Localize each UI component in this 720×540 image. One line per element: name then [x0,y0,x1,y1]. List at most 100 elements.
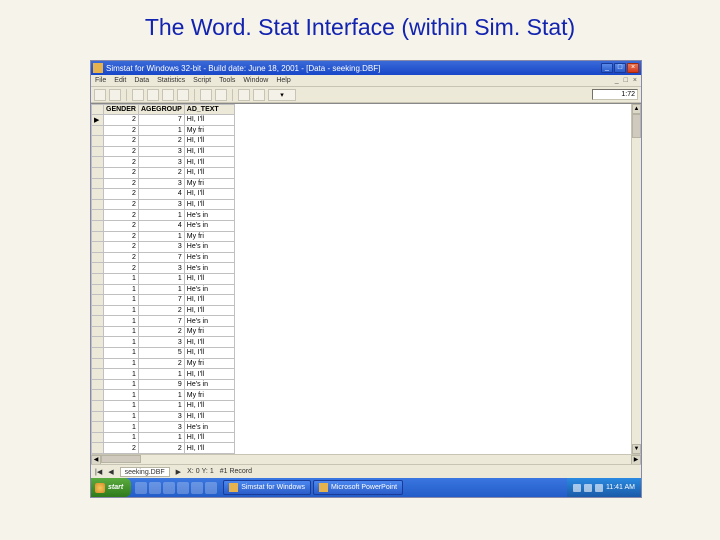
cell-gender[interactable]: 1 [104,284,139,295]
cell-agegroup[interactable]: 7 [138,316,184,327]
cell-agegroup[interactable]: 1 [138,390,184,401]
row-header[interactable] [92,146,104,157]
table-row[interactable]: ▶27HI, I'll [92,115,235,126]
cell-gender[interactable]: 2 [104,220,139,231]
row-header[interactable] [92,273,104,284]
table-row[interactable]: 11HI, I'll [92,432,235,443]
cell-agegroup[interactable]: 3 [138,178,184,189]
row-header[interactable] [92,252,104,263]
row-header[interactable] [92,401,104,412]
table-row[interactable]: 12My fri [92,326,235,337]
cell-gender[interactable]: 2 [104,189,139,200]
cell-adtext[interactable]: My fri [184,125,234,136]
table-row[interactable]: 23My fri [92,178,235,189]
cell-agegroup[interactable]: 4 [138,220,184,231]
cell-agegroup[interactable]: 3 [138,199,184,210]
row-header[interactable] [92,443,104,454]
tray-icon[interactable] [595,484,603,492]
cell-adtext[interactable]: My fri [184,358,234,369]
ql-icon[interactable] [205,482,217,494]
menu-help[interactable]: Help [276,77,290,84]
menu-tools[interactable]: Tools [219,77,235,84]
data-grid[interactable]: GENDER AGEGROUP AD_TEXT ▶27HI, I'll21My … [91,104,235,454]
cell-adtext[interactable]: HI, I'll [184,401,234,412]
cell-agegroup[interactable]: 3 [138,157,184,168]
cell-agegroup[interactable]: 2 [138,326,184,337]
vertical-scrollbar[interactable]: ▲ ▼ [631,104,641,454]
cell-adtext[interactable]: HI, I'll [184,189,234,200]
cell-agegroup[interactable]: 2 [138,167,184,178]
cell-gender[interactable]: 2 [104,443,139,454]
row-header[interactable] [92,125,104,136]
cell-adtext[interactable]: HI, I'll [184,136,234,147]
table-row[interactable]: 15HI, I'll [92,348,235,359]
cell-agegroup[interactable]: 1 [138,125,184,136]
cell-agegroup[interactable]: 1 [138,401,184,412]
cell-adtext[interactable]: HI, I'll [184,432,234,443]
cell-agegroup[interactable]: 2 [138,358,184,369]
column-header-adtext[interactable]: AD_TEXT [184,105,234,115]
cell-agegroup[interactable]: 7 [138,252,184,263]
cell-gender[interactable]: 1 [104,326,139,337]
cell-adtext[interactable]: HI, I'll [184,167,234,178]
cell-adtext[interactable]: HI, I'll [184,115,234,126]
cell-gender[interactable]: 2 [104,210,139,221]
table-row[interactable]: 13HI, I'll [92,411,235,422]
hscroll-thumb[interactable] [101,455,141,463]
toolbar-stop-icon[interactable] [215,89,227,101]
table-row[interactable]: 19He's in [92,379,235,390]
corner-cell[interactable] [92,105,104,115]
ql-icon[interactable] [163,482,175,494]
row-header[interactable] [92,316,104,327]
table-row[interactable]: 23He's in [92,263,235,274]
cell-adtext[interactable]: HI, I'll [184,146,234,157]
start-button[interactable]: start [91,478,131,497]
cell-gender[interactable]: 1 [104,422,139,433]
row-header[interactable] [92,390,104,401]
ql-icon[interactable] [177,482,189,494]
row-header[interactable] [92,136,104,147]
table-row[interactable]: 11HI, I'll [92,273,235,284]
menu-file[interactable]: File [95,77,106,84]
cell-adtext[interactable]: HI, I'll [184,295,234,306]
cell-adtext[interactable]: HI, I'll [184,443,234,454]
nav-prev-icon[interactable]: ◀ [108,468,113,476]
cell-gender[interactable]: 2 [104,263,139,274]
cell-gender[interactable]: 2 [104,242,139,253]
tray-icon[interactable] [573,484,581,492]
cell-gender[interactable]: 2 [104,115,139,126]
toolbar-prev-icon[interactable] [147,89,159,101]
doc-maximize-button[interactable]: □ [624,77,628,84]
row-header[interactable] [92,284,104,295]
menu-data[interactable]: Data [134,77,149,84]
tray-icon[interactable] [584,484,592,492]
cell-agegroup[interactable]: 9 [138,379,184,390]
row-header[interactable] [92,167,104,178]
row-header[interactable] [92,305,104,316]
scroll-thumb[interactable] [632,114,641,138]
cell-agegroup[interactable]: 7 [138,115,184,126]
table-row[interactable]: 24He's in [92,220,235,231]
cell-gender[interactable]: 2 [104,157,139,168]
cell-gender[interactable]: 1 [104,295,139,306]
cell-adtext[interactable]: He's in [184,263,234,274]
toolbar-open-icon[interactable] [94,89,106,101]
cell-agegroup[interactable]: 3 [138,422,184,433]
cell-agegroup[interactable]: 5 [138,348,184,359]
table-row[interactable]: 22HI, I'll [92,167,235,178]
cell-agegroup[interactable]: 3 [138,146,184,157]
table-row[interactable]: 13HI, I'll [92,337,235,348]
cell-agegroup[interactable]: 2 [138,443,184,454]
row-header[interactable] [92,220,104,231]
table-row[interactable]: 21My fri [92,125,235,136]
toolbar-save-icon[interactable] [109,89,121,101]
cell-adtext[interactable]: HI, I'll [184,273,234,284]
cell-adtext[interactable]: My fri [184,326,234,337]
cell-gender[interactable]: 2 [104,136,139,147]
cell-agegroup[interactable]: 2 [138,136,184,147]
row-header[interactable] [92,231,104,242]
row-header[interactable] [92,348,104,359]
table-row[interactable]: 11He's in [92,284,235,295]
table-row[interactable]: 23HI, I'll [92,146,235,157]
row-header[interactable] [92,358,104,369]
